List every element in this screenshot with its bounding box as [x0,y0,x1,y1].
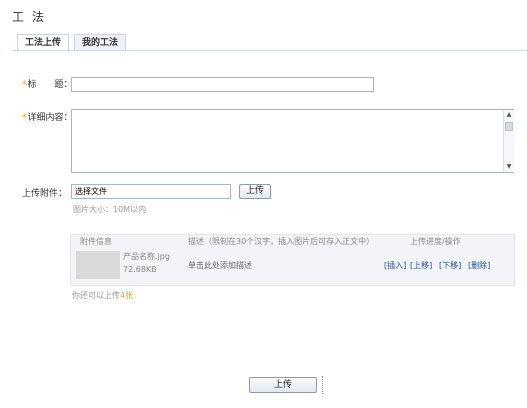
required-mark: * [22,113,27,123]
attachment-size: 72.68KB [123,265,157,274]
file-select-input[interactable] [71,184,231,199]
delete-link[interactable]: [删除] [468,260,490,271]
detail-row-label: *详细内容： [22,110,73,123]
limit-suffix: 张 [125,291,134,300]
tabs-divider [12,50,527,51]
detail-scrollbar[interactable]: ▲ ▼ [503,110,514,172]
title-input[interactable] [71,77,374,92]
title-label: 标 题： [27,80,73,90]
required-mark: * [22,80,27,90]
scroll-up-icon[interactable]: ▲ [505,111,513,119]
page-title: 工 法 [12,10,46,24]
upload-attachment-button[interactable]: 上传 [239,184,271,199]
scroll-thumb[interactable] [505,122,513,131]
attachment-filename: 产品名称.jpg [123,252,170,261]
scroll-down-icon[interactable]: ▼ [505,163,513,171]
header-description: 描述（限制在30个汉字，插入图片后可存入正文中） [188,237,375,246]
attachment-description[interactable]: 单击此处添加描述 [188,260,252,271]
header-info: 附件信息 [80,237,112,246]
detail-label: 详细内容： [27,113,73,123]
detail-textarea[interactable] [71,109,514,173]
upload-limit-note: 你还可以上传4张 [72,290,133,301]
limit-prefix: 你还可以上传 [72,291,120,300]
insert-link[interactable]: [插入] [384,260,406,271]
attachment-thumbnail [76,251,120,279]
size-hint: 图片大小：10M以内 [73,205,147,214]
focus-divider [322,376,323,394]
move-up-link[interactable]: [上移] [410,260,432,271]
submit-button[interactable]: 上传 [249,377,317,393]
move-down-link[interactable]: [下移] [439,260,461,271]
tab-my-methods[interactable]: 我的工法 [74,34,127,51]
header-progress: 上传进度/操作 [410,237,461,246]
attachment-label: 上传附件： [22,189,68,199]
title-row-label: *标 题： [22,77,73,90]
